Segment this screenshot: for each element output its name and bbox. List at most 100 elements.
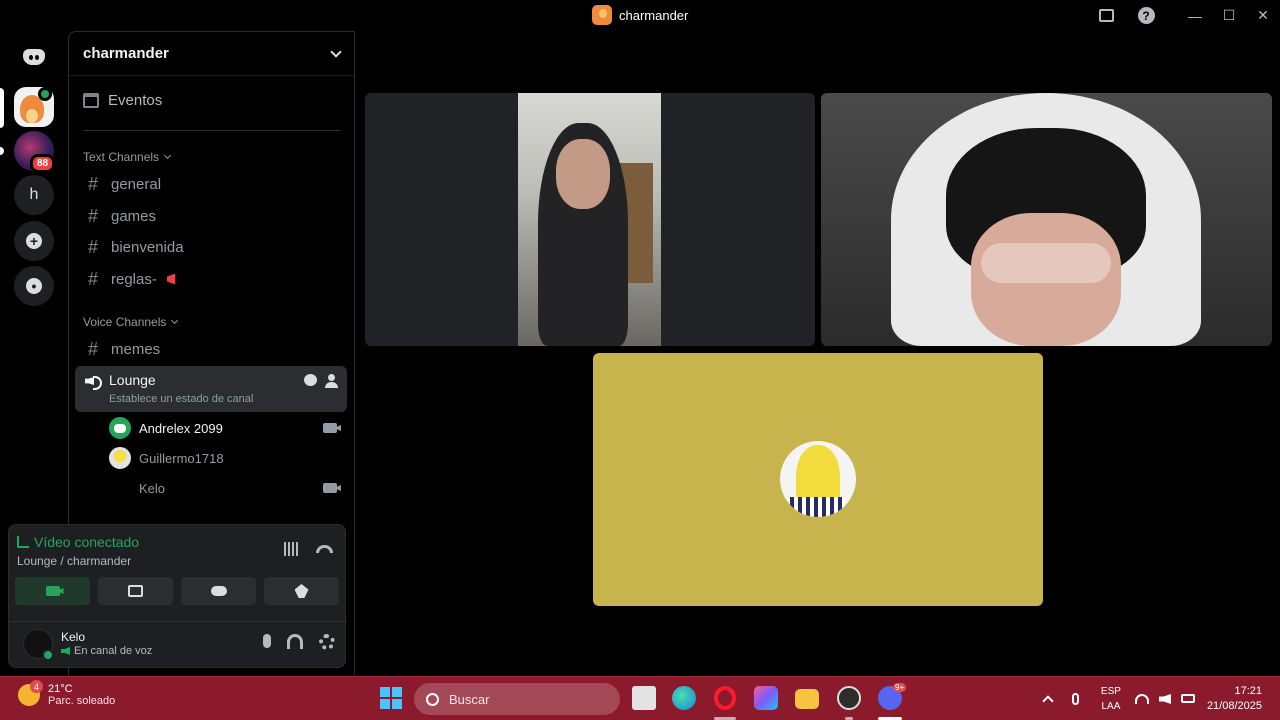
- video-tile[interactable]: [821, 93, 1272, 346]
- microphone-icon[interactable]: [263, 634, 271, 648]
- invite-user-icon[interactable]: [325, 374, 339, 388]
- speaker-icon: [61, 647, 70, 655]
- discord-notification-badge: 9+: [893, 683, 907, 692]
- maximize-button[interactable]: ☐: [1212, 0, 1246, 31]
- quick-settings[interactable]: [1134, 694, 1195, 704]
- windows-logo-pane: [392, 687, 402, 697]
- open-chat-icon[interactable]: [304, 374, 317, 386]
- voice-active-badge: [38, 87, 52, 101]
- chevron-up-icon[interactable]: [1042, 695, 1054, 707]
- explore-servers-button[interactable]: •: [14, 266, 54, 306]
- voice-location[interactable]: Lounge / charmander: [17, 554, 131, 568]
- help-icon: ?: [1137, 7, 1155, 24]
- plus-icon: +: [26, 233, 42, 249]
- search-icon: [426, 692, 439, 706]
- hash-icon: #: [87, 173, 98, 194]
- voice-user[interactable]: Guillermo1718: [109, 444, 343, 472]
- channel-label: reglas-: [111, 270, 157, 288]
- inbox-button[interactable]: [1086, 0, 1126, 31]
- opera-icon[interactable]: [714, 686, 736, 710]
- close-button[interactable]: ✕: [1246, 0, 1280, 31]
- category-text-channels[interactable]: Text Channels: [83, 150, 172, 164]
- weather-text: 21°C Parc. soleado: [48, 683, 115, 707]
- windows-logo-pane: [380, 687, 390, 697]
- windows-taskbar: 4 21°C Parc. soleado Buscar 9+ ESP LAA 1…: [0, 676, 1280, 720]
- charmander-belly: [26, 109, 38, 123]
- disconnect-icon[interactable]: [316, 545, 333, 553]
- gear-icon[interactable]: [319, 634, 335, 650]
- avatar: [109, 477, 131, 499]
- taskbar-search[interactable]: Buscar: [414, 683, 620, 715]
- window-title: charmander: [619, 7, 689, 23]
- channel-bienvenida[interactable]: # bienvenida: [77, 232, 347, 262]
- channel-reglas[interactable]: # reglas-: [77, 264, 347, 294]
- user-status-label: En canal de voz: [74, 645, 153, 657]
- search-placeholder: Buscar: [449, 691, 490, 707]
- set-channel-status-link[interactable]: Establece un estado de canal: [109, 393, 253, 405]
- video-tile[interactable]: [365, 93, 815, 346]
- volume-icon: [1158, 694, 1171, 704]
- microphone-icon[interactable]: [1071, 693, 1079, 705]
- language-indicator[interactable]: ESP LAA: [1101, 684, 1121, 714]
- copilot-icon[interactable]: [754, 686, 778, 710]
- language-code: ESP: [1100, 686, 1121, 697]
- voice-status[interactable]: Vídeo conectado: [17, 534, 139, 550]
- user-status: En canal de voz: [61, 645, 152, 657]
- events-label: Eventos: [108, 92, 163, 109]
- charmander-server-icon: [592, 5, 612, 25]
- compass-icon: •: [26, 278, 42, 294]
- unread-indicator: [0, 147, 4, 155]
- camera-feed: [518, 93, 661, 346]
- noise-suppression-icon[interactable]: [284, 542, 300, 556]
- server-header[interactable]: charmander: [69, 32, 354, 76]
- hash-icon: #: [87, 268, 98, 289]
- channel-label: bienvenida: [111, 238, 184, 256]
- channel-games[interactable]: # games: [77, 201, 347, 231]
- soundboard-button[interactable]: [264, 577, 339, 605]
- user-controls: [263, 634, 335, 650]
- task-view-icon[interactable]: [632, 686, 656, 710]
- video-tile-avatar[interactable]: [593, 353, 1043, 606]
- divider: [83, 130, 341, 131]
- windows-logo-pane: [392, 699, 402, 709]
- glasses-glare: [981, 243, 1111, 283]
- clock[interactable]: 17:21 21/08/2025: [1207, 684, 1262, 714]
- channel-memes[interactable]: # memes: [77, 334, 347, 364]
- chevron-down-icon: [164, 151, 172, 160]
- camera-icon: [45, 586, 60, 596]
- server-h[interactable]: h: [14, 175, 54, 215]
- chevron-down-icon: [330, 45, 342, 58]
- minimize-button[interactable]: —: [1178, 0, 1212, 31]
- channel-general[interactable]: # general: [77, 169, 347, 199]
- camera-toggle-button[interactable]: [15, 577, 90, 605]
- help-button[interactable]: ?: [1126, 0, 1166, 31]
- share-screen-button[interactable]: [98, 577, 173, 605]
- windows-logo-pane: [380, 699, 390, 709]
- voice-channel-lounge[interactable]: Lounge Establece un estado de canal: [75, 366, 347, 412]
- discord-icon: [23, 49, 45, 65]
- hash-icon: #: [87, 338, 98, 359]
- start-button[interactable]: [380, 687, 402, 709]
- headset-icon[interactable]: [287, 634, 303, 649]
- add-server-button[interactable]: +: [14, 221, 54, 261]
- avatar: [780, 441, 856, 517]
- avatar: [109, 417, 131, 439]
- voice-user[interactable]: Andrelex 2099: [109, 414, 343, 442]
- server-initial: h: [29, 186, 39, 203]
- category-label: Voice Channels: [83, 315, 167, 329]
- obs-icon[interactable]: [837, 686, 861, 710]
- weather-sun-icon: 4: [18, 680, 43, 706]
- keyboard-layout: LAA: [1101, 701, 1121, 712]
- voice-user[interactable]: Kelo: [109, 474, 343, 502]
- camera-icon: [323, 483, 337, 493]
- online-status-icon: [42, 649, 54, 661]
- weather-widget[interactable]: 4 21°C Parc. soleado: [18, 680, 115, 707]
- weather-badge: 4: [30, 680, 43, 693]
- channel-label: general: [111, 175, 162, 193]
- edge-icon[interactable]: [672, 686, 696, 710]
- category-voice-channels[interactable]: Voice Channels: [83, 315, 179, 329]
- events-link[interactable]: Eventos: [83, 92, 162, 109]
- file-explorer-icon[interactable]: [795, 689, 819, 709]
- direct-messages-button[interactable]: [14, 37, 54, 77]
- activities-button[interactable]: [181, 577, 256, 605]
